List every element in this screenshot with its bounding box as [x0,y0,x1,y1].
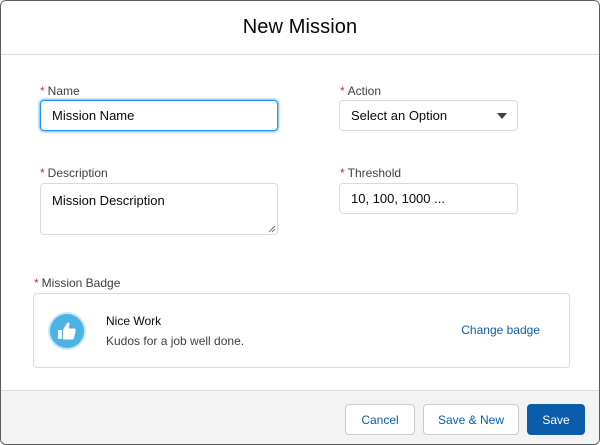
badge-avatar [48,312,86,350]
name-input-value: Mission Name [52,108,135,123]
threshold-input-value: 10, 100, 1000 ... [351,191,445,206]
threshold-input[interactable]: 10, 100, 1000 ... [339,183,518,214]
threshold-label: * Threshold [340,166,401,180]
mission-badge-label: * Mission Badge [34,276,120,290]
badge-description: Kudos for a job well done. [106,334,245,348]
name-label: * Name [40,84,80,98]
badge-name: Nice Work [106,314,162,328]
action-select-value: Select an Option [351,108,448,123]
mission-badge-card: Nice Work Kudos for a job well done. Cha… [33,293,570,368]
name-input[interactable]: Mission Name [40,100,278,131]
chevron-down-icon [497,112,507,119]
modal-footer: Cancel Save & New Save [1,390,599,444]
cancel-button[interactable]: Cancel [345,404,415,435]
action-select[interactable]: Select an Option [339,100,518,131]
new-mission-modal: New Mission * Name Mission Name * Action S… [0,0,600,445]
change-badge-link[interactable]: Change badge [461,323,540,337]
description-label: * Description [40,166,108,180]
description-textarea-value: Mission Description [52,193,165,208]
thumbs-up-icon [58,322,76,340]
action-label: * Action [340,84,381,98]
required-marker: * [34,276,39,290]
threshold-label-text: Threshold [347,166,402,180]
save-button[interactable]: Save [527,404,585,435]
required-marker: * [340,84,345,98]
name-label-text: Name [47,84,80,98]
required-marker: * [40,166,45,180]
required-marker: * [40,84,45,98]
resize-handle-icon[interactable] [268,225,276,233]
description-textarea[interactable]: Mission Description [40,183,278,235]
modal-header: New Mission [1,1,599,55]
required-marker: * [340,166,345,180]
modal-title: New Mission [242,16,358,38]
save-and-new-button[interactable]: Save & New [423,404,519,435]
action-label-text: Action [347,84,382,98]
mission-badge-label-text: Mission Badge [41,276,121,290]
description-label-text: Description [47,166,108,180]
